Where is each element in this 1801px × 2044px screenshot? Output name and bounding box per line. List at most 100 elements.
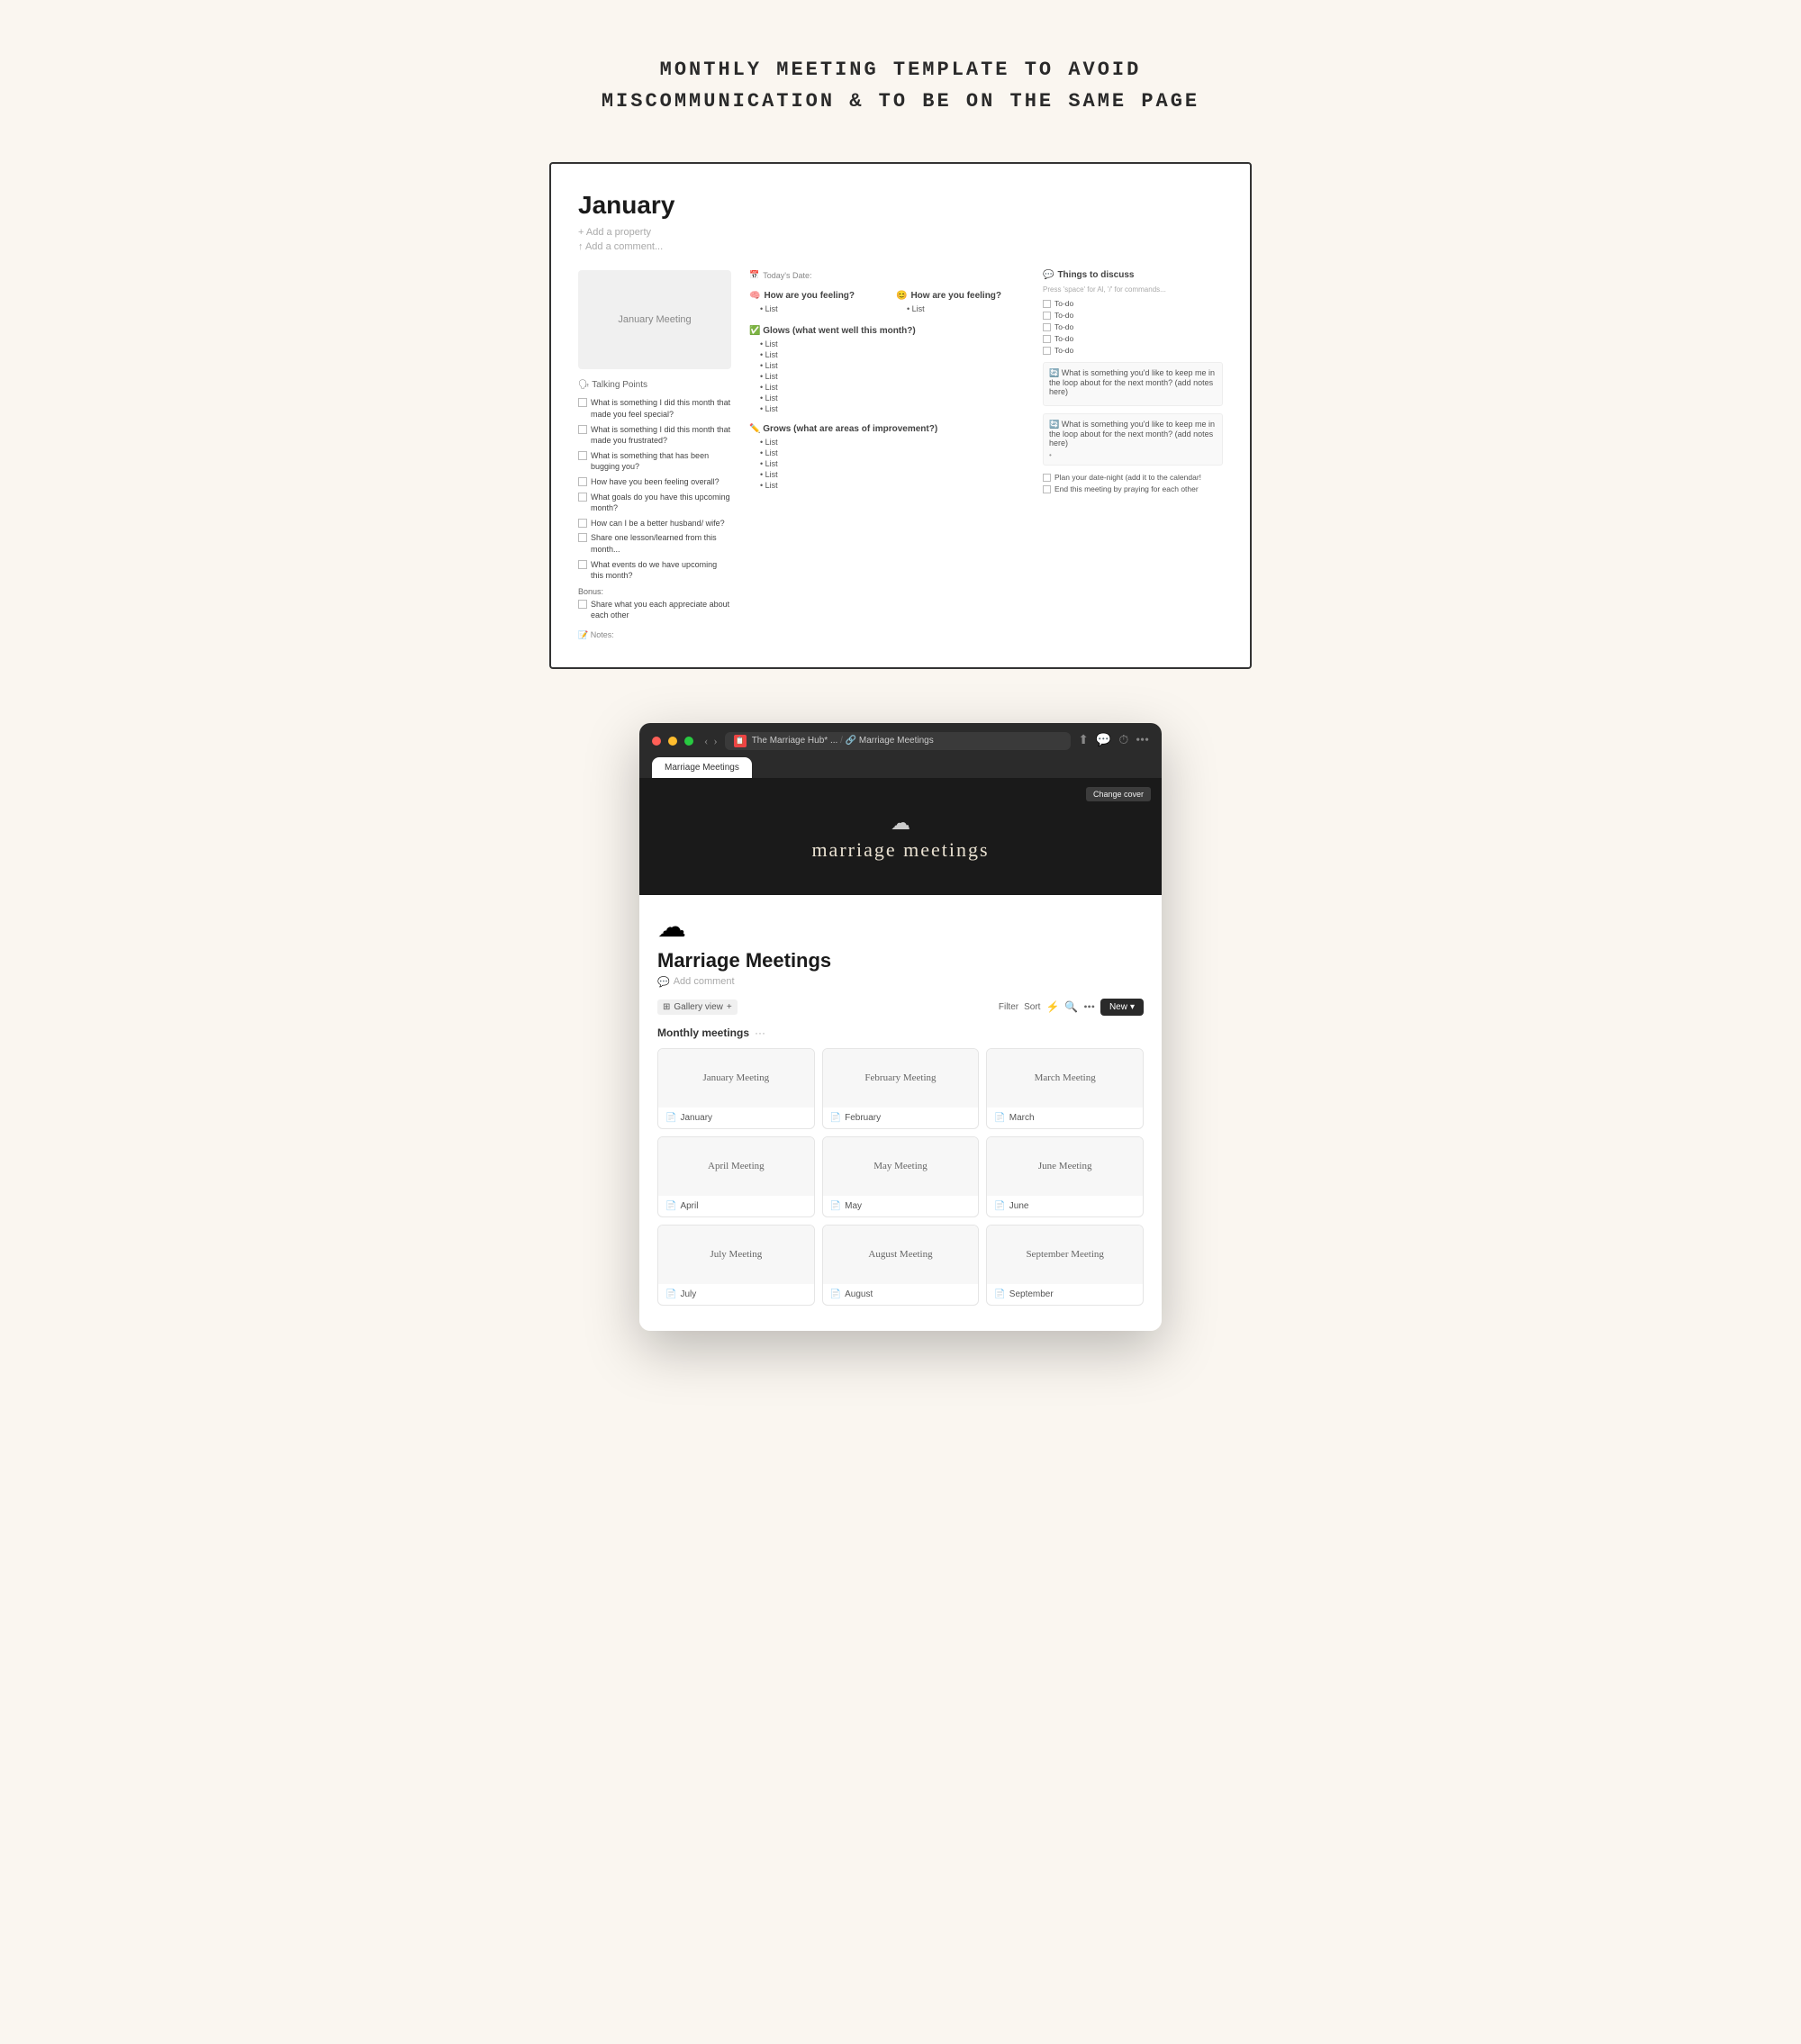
glows-bullet-3: List [760, 361, 1025, 370]
checkbox-4[interactable] [578, 493, 587, 502]
card-april-preview: April Meeting [658, 1137, 814, 1196]
todo-checkbox-1[interactable] [1043, 312, 1051, 320]
bonus-item: Share what you each appreciate about eac… [578, 599, 731, 621]
card-august-label: August [845, 1289, 873, 1299]
grows-bullet-4: List [760, 470, 1025, 479]
favicon-icon: 📋 [734, 735, 747, 747]
card-september-preview: September Meeting [987, 1225, 1143, 1284]
notion-cover: Change cover ☁ marriage meetings [639, 778, 1162, 895]
share-icon[interactable]: ⬆ [1078, 733, 1089, 748]
glows-bullet-7: List [760, 404, 1025, 413]
things-to-discuss-header: 💬 Things to discuss [1043, 270, 1223, 280]
card-august-preview: August Meeting [823, 1225, 979, 1284]
notion-page-screenshot: January + Add a property ↑ Add a comment… [549, 162, 1252, 669]
card-april-footer: 📄 April [658, 1196, 814, 1216]
add-comment-link[interactable]: ↑ Add a comment... [578, 241, 1223, 252]
checklist-item-6: Share one lesson/learned from this month… [578, 532, 731, 555]
checkbox-7[interactable] [578, 560, 587, 569]
card-may[interactable]: May Meeting 📄 May [822, 1136, 980, 1217]
page-icon-may: 📄 [830, 1201, 841, 1211]
chevron-down-icon: ▾ [1130, 1002, 1135, 1012]
minimize-dot[interactable] [668, 737, 677, 746]
person2-feelings: 😊 How are you feeling? List [896, 284, 1025, 315]
card-august[interactable]: August Meeting 📄 August [822, 1225, 980, 1306]
grows-bullet-2: List [760, 448, 1025, 457]
notion-app: Change cover ☁ marriage meetings ☁ Marri… [639, 778, 1162, 1331]
todo-item-1: To-do [1043, 311, 1223, 320]
grows-bullet-3: List [760, 459, 1025, 468]
checklist-item-5: How can I be a better husband/ wife? [578, 518, 731, 529]
comments-icon[interactable]: 💬 [1096, 733, 1111, 748]
card-june[interactable]: June Meeting 📄 June [986, 1136, 1144, 1217]
card-january[interactable]: January Meeting 📄 January [657, 1048, 815, 1129]
checkbox-2[interactable] [578, 451, 587, 460]
checkbox-3[interactable] [578, 477, 587, 486]
db-title: Marriage Meetings [657, 949, 1144, 972]
gallery-view-button[interactable]: ⊞ Gallery view + [657, 999, 738, 1015]
active-tab[interactable]: Marriage Meetings [652, 757, 752, 778]
end-checkbox-1[interactable] [1043, 485, 1051, 493]
card-july-label: July [680, 1289, 696, 1299]
checkbox-6[interactable] [578, 533, 587, 542]
search-icon[interactable]: 🔍 [1064, 1000, 1078, 1014]
checkbox-1[interactable] [578, 425, 587, 434]
cover-icon: ☁ [891, 811, 910, 835]
page-icon-august: 📄 [830, 1289, 841, 1299]
card-february[interactable]: February Meeting 📄 February [822, 1048, 980, 1129]
bonus-label: Bonus: [578, 587, 731, 596]
end-checkbox-0[interactable] [1043, 474, 1051, 482]
todo-checkbox-0[interactable] [1043, 300, 1051, 308]
press-space-hint: Press 'space' for Al, '/' for commands..… [1043, 285, 1223, 294]
talking-points-header: 🗣 Talking Points [578, 380, 731, 390]
add-property-link[interactable]: + Add a property [578, 227, 1223, 238]
checklist-item-4: What goals do you have this upcoming mon… [578, 492, 731, 514]
browser-chrome: ‹ › 📋 The Marriage Hub* ... / 🔗 Marriage… [639, 723, 1162, 778]
checkbox-bonus[interactable] [578, 600, 587, 609]
card-june-preview: June Meeting [987, 1137, 1143, 1196]
middle-column: 📅 Today's Date: 🧠 How are you feeling? L… [749, 270, 1025, 640]
card-july-preview: July Meeting [658, 1225, 814, 1284]
change-cover-button[interactable]: Change cover [1086, 787, 1151, 801]
card-july[interactable]: July Meeting 📄 July [657, 1225, 815, 1306]
card-march[interactable]: March Meeting 📄 March [986, 1048, 1144, 1129]
todo-checkbox-4[interactable] [1043, 347, 1051, 355]
todo-checkbox-2[interactable] [1043, 323, 1051, 331]
forward-icon[interactable]: › [713, 734, 717, 748]
end-item-0: Plan your date-night (add it to the cale… [1043, 473, 1223, 482]
back-icon[interactable]: ‹ [704, 734, 708, 748]
group-header: Monthly meetings ··· [657, 1027, 1144, 1039]
maximize-dot[interactable] [684, 737, 693, 746]
todo-item-4: To-do [1043, 346, 1223, 355]
person1-feelings: 🧠 How are you feeling? List [749, 284, 878, 315]
end-items: Plan your date-night (add it to the cale… [1043, 473, 1223, 493]
todo-checkbox-3[interactable] [1043, 335, 1051, 343]
card-april[interactable]: April Meeting 📄 April [657, 1136, 815, 1217]
notes-label: 📝 Notes: [578, 630, 731, 640]
more-icon[interactable]: ••• [1136, 734, 1149, 748]
card-march-preview: March Meeting [987, 1049, 1143, 1108]
db-comment[interactable]: 💬 Add comment [657, 976, 1144, 988]
todays-date-label: 📅 Today's Date: [749, 270, 1025, 280]
card-april-label: April [680, 1201, 698, 1211]
grows-header: ✏️ Grows (what are areas of improvement?… [749, 424, 1025, 434]
timer-icon[interactable]: ⏱ [1118, 734, 1128, 748]
checkbox-5[interactable] [578, 519, 587, 528]
address-bar[interactable]: 📋 The Marriage Hub* ... / 🔗 Marriage Mee… [725, 732, 1072, 750]
bolt-icon[interactable]: ⚡ [1045, 1000, 1059, 1014]
page-icon-january: 📄 [665, 1113, 676, 1123]
card-june-footer: 📄 June [987, 1196, 1143, 1216]
card-january-footer: 📄 January [658, 1108, 814, 1128]
card-september-label: September [1009, 1289, 1054, 1299]
options-icon[interactable]: ••• [1083, 1000, 1095, 1014]
close-dot[interactable] [652, 737, 661, 746]
page-january-title: January [578, 191, 1223, 220]
card-september[interactable]: September Meeting 📄 September [986, 1225, 1144, 1306]
checklist-item-3: How have you been feeling overall? [578, 476, 731, 488]
page-emoji: ☁ [657, 909, 1144, 944]
card-february-label: February [845, 1113, 881, 1123]
checkbox-0[interactable] [578, 398, 587, 407]
filter-button[interactable]: Filter [999, 1002, 1018, 1012]
sort-button[interactable]: Sort [1024, 1002, 1040, 1012]
new-button[interactable]: New ▾ [1100, 999, 1144, 1016]
page-icon-march: 📄 [994, 1113, 1005, 1123]
